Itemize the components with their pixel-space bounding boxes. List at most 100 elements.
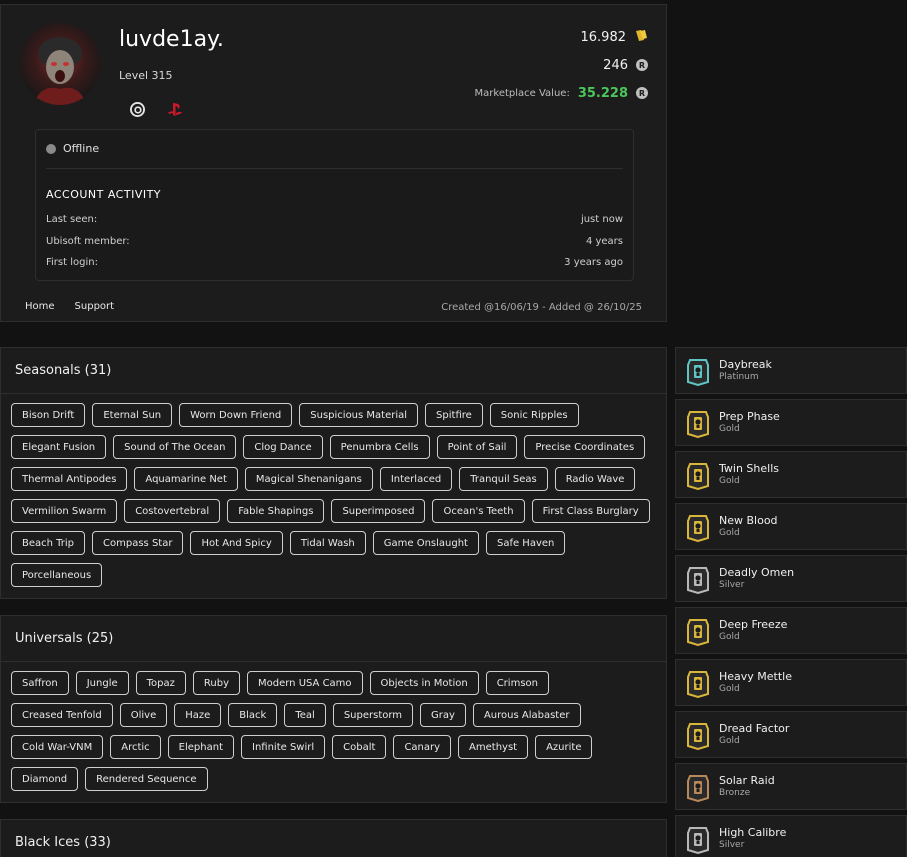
skin-tag[interactable]: Eternal Sun: [92, 403, 173, 427]
status-text: Offline: [63, 142, 100, 155]
rank-card[interactable]: Deep Freeze Gold: [675, 607, 907, 654]
skin-tag[interactable]: Black: [228, 703, 278, 727]
rank-badge-icon: [686, 564, 710, 595]
rank-name: Solar Raid: [719, 774, 775, 787]
rank-tier: Silver: [719, 840, 745, 850]
skin-tag[interactable]: Precise Coordinates: [524, 435, 646, 459]
skin-tag[interactable]: Crimson: [485, 671, 549, 695]
ubisoft-icon[interactable]: [129, 101, 145, 117]
skin-tag[interactable]: Game Onslaught: [372, 531, 479, 555]
skin-tag[interactable]: Objects in Motion: [369, 671, 479, 695]
skin-tag[interactable]: First Class Burglary: [531, 499, 650, 523]
skin-tag[interactable]: Spitfire: [425, 403, 483, 427]
skin-tag[interactable]: Rendered Sequence: [85, 767, 208, 791]
skin-tag[interactable]: Costovertebral: [124, 499, 221, 523]
playstation-icon[interactable]: [167, 101, 183, 117]
rank-tier: Gold: [719, 684, 740, 694]
skin-tag[interactable]: Superimposed: [331, 499, 426, 523]
universals-tag-list: Saffron Jungle Topaz Ruby Modern USA Camo Obj…: [1, 662, 666, 800]
skin-tag[interactable]: Porcellaneous: [11, 563, 103, 587]
rank-badge-icon: [686, 460, 710, 491]
skin-tag[interactable]: Safe Haven: [485, 531, 566, 555]
nav-support-link[interactable]: Support: [75, 301, 115, 312]
marketplace-coin-icon: R: [636, 87, 648, 99]
rank-card[interactable]: Daybreak Platinum: [675, 347, 907, 394]
rank-card[interactable]: Deadly Omen Silver: [675, 555, 907, 602]
skin-tag[interactable]: Azurite: [535, 735, 593, 759]
rank-list: Daybreak Platinum Prep Phase Gold Twin Shell…: [675, 347, 907, 857]
rank-card[interactable]: New Blood Gold: [675, 503, 907, 550]
skin-tag[interactable]: Hot And Spicy: [190, 531, 283, 555]
skin-tag[interactable]: Sonic Ripples: [489, 403, 579, 427]
seasonals-tag-list: Bison Drift Eternal Sun Worn Down Friend Su…: [1, 394, 666, 596]
universals-section: Universals (25) Saffron Jungle Topaz Ruby Mo…: [0, 615, 667, 803]
skin-tag[interactable]: Aquamarine Net: [134, 467, 238, 491]
rank-card[interactable]: Prep Phase Gold: [675, 399, 907, 446]
skin-tag[interactable]: Haze: [174, 703, 222, 727]
skin-tag[interactable]: Beach Trip: [11, 531, 86, 555]
profile-nav: Home Support: [25, 301, 114, 312]
skin-tag[interactable]: Jungle: [75, 671, 129, 695]
marketplace-label: Marketplace Value:: [474, 87, 570, 99]
nav-home-link[interactable]: Home: [25, 301, 55, 312]
skin-tag[interactable]: Ruby: [192, 671, 240, 695]
rank-badge-icon: [686, 668, 710, 699]
rank-card[interactable]: Twin Shells Gold: [675, 451, 907, 498]
skin-tag[interactable]: Penumbra Cells: [329, 435, 430, 459]
skin-tag[interactable]: Thermal Antipodes: [11, 467, 128, 491]
skin-tag[interactable]: Worn Down Friend: [179, 403, 293, 427]
skin-tag[interactable]: Cold War-VNM: [11, 735, 104, 759]
skin-tag[interactable]: Arctic: [110, 735, 161, 759]
skin-tag[interactable]: Canary: [393, 735, 452, 759]
skin-tag[interactable]: Bison Drift: [11, 403, 86, 427]
skin-tag[interactable]: Gray: [420, 703, 466, 727]
skin-tag[interactable]: Aurous Alabaster: [472, 703, 581, 727]
skin-tag[interactable]: Creased Tenfold: [11, 703, 113, 727]
rank-tier: Bronze: [719, 788, 751, 798]
rank-card[interactable]: Dread Factor Gold: [675, 711, 907, 758]
rank-tier: Gold: [719, 476, 740, 486]
skin-tag[interactable]: Saffron: [11, 671, 69, 695]
skin-tag[interactable]: Fable Shapings: [227, 499, 325, 523]
skin-tag[interactable]: Tidal Wash: [289, 531, 366, 555]
status-dot-icon: [46, 143, 56, 154]
skin-tag[interactable]: Elephant: [167, 735, 234, 759]
rank-badge-icon: [686, 824, 710, 855]
skin-tag[interactable]: Ocean's Teeth: [432, 499, 525, 523]
rank-card[interactable]: High Calibre Silver: [675, 815, 907, 857]
activity-row-first-login: First login: 3 years ago: [46, 257, 623, 268]
skin-tag[interactable]: Superstorm: [332, 703, 414, 727]
skin-tag[interactable]: Radio Wave: [554, 467, 636, 491]
skin-tag[interactable]: Sound of The Ocean: [113, 435, 237, 459]
skin-tag[interactable]: Elegant Fusion: [11, 435, 107, 459]
skin-tag[interactable]: Vermilion Swarm: [11, 499, 118, 523]
rank-name: Dread Factor: [719, 722, 790, 735]
skin-tag[interactable]: Olive: [119, 703, 168, 727]
skin-tag[interactable]: Modern USA Camo: [247, 671, 363, 695]
rank-name: New Blood: [719, 514, 778, 527]
skin-tag[interactable]: Infinite Swirl: [241, 735, 326, 759]
rank-badge-icon: [686, 772, 710, 803]
skin-tag[interactable]: Compass Star: [92, 531, 184, 555]
skin-tag[interactable]: Clog Dance: [243, 435, 323, 459]
skin-tag[interactable]: Magical Shenanigans: [244, 467, 373, 491]
rank-card[interactable]: Heavy Mettle Gold: [675, 659, 907, 706]
rank-card[interactable]: Solar Raid Bronze: [675, 763, 907, 810]
rank-name: Daybreak: [719, 358, 772, 371]
skin-tag[interactable]: Teal: [284, 703, 326, 727]
skin-tag[interactable]: Cobalt: [332, 735, 387, 759]
rank-tier: Silver: [719, 580, 745, 590]
activity-title: ACCOUNT ACTIVITY: [46, 188, 162, 201]
online-status: Offline: [46, 142, 99, 155]
skin-tag[interactable]: Interlaced: [379, 467, 453, 491]
skin-tag[interactable]: Suspicious Material: [299, 403, 419, 427]
skin-tag[interactable]: Topaz: [135, 671, 186, 695]
renown-value: 246: [603, 57, 628, 73]
username: luvde1ay.: [119, 27, 224, 52]
skin-tag[interactable]: Amethyst: [458, 735, 529, 759]
rank-badge-icon: [686, 408, 710, 439]
profile-card: luvde1ay. Level 315 16.982 246 R Marketp…: [0, 4, 667, 322]
skin-tag[interactable]: Diamond: [11, 767, 79, 791]
skin-tag[interactable]: Tranquil Seas: [459, 467, 548, 491]
skin-tag[interactable]: Point of Sail: [436, 435, 518, 459]
